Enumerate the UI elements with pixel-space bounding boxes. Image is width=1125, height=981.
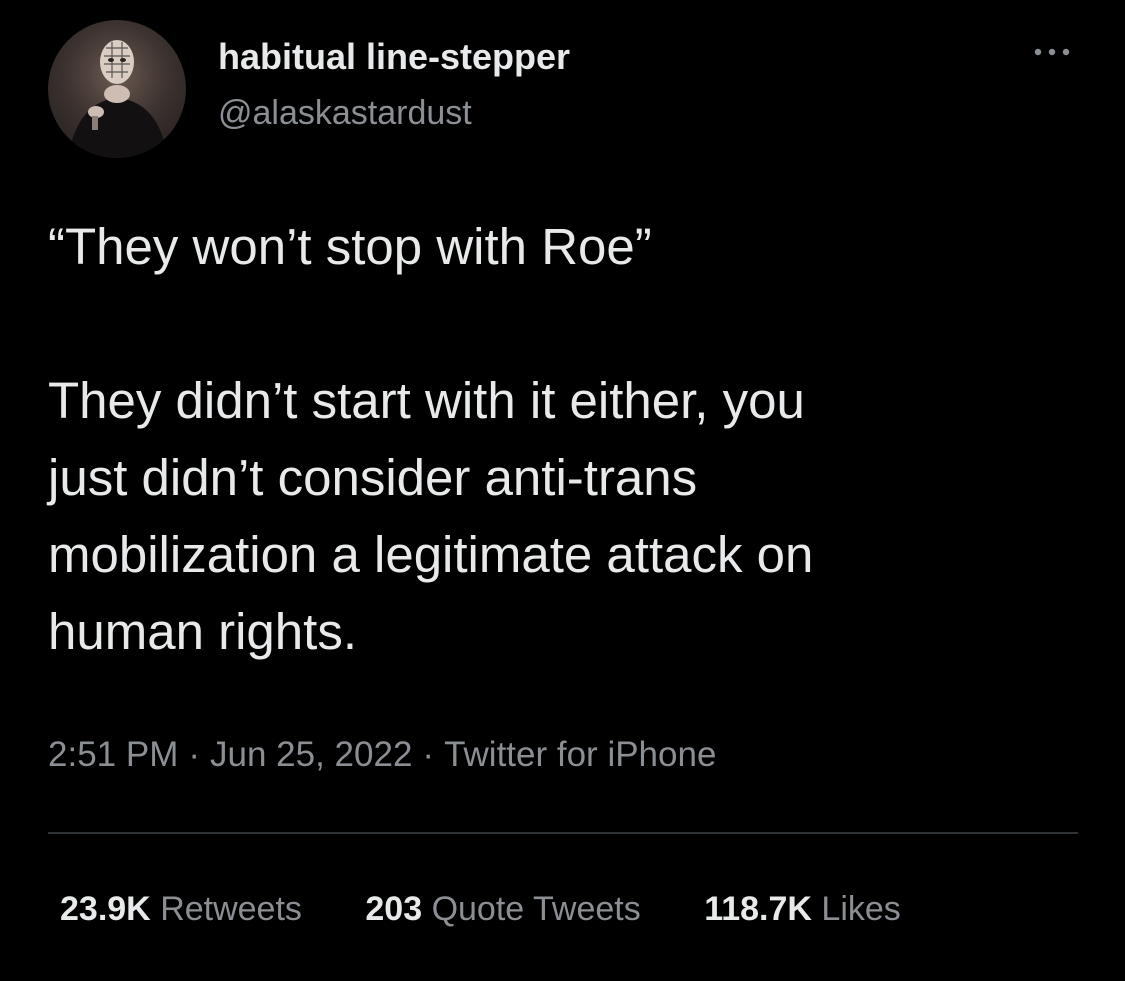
quote-tweets-count: 203 [365,890,423,928]
tweet-metadata: 2:51 PM · Jun 25, 2022 · Twitter for iPhone [48,735,716,775]
engagement-stats: 23.9K Retweets 203 Quote Tweets 118.7K L… [60,890,955,929]
retweets-stat[interactable]: 23.9K Retweets [60,890,302,929]
likes-stat[interactable]: 118.7K Likes [704,890,901,929]
quote-tweets-stat[interactable]: 203 Quote Tweets [365,890,640,929]
meta-separator: · [188,735,201,774]
retweets-count: 23.9K [60,890,151,928]
tweet-date[interactable]: Jun 25, 2022 [210,735,412,774]
retweets-label: Retweets [160,890,302,928]
avatar-photo [68,40,168,158]
quote-tweets-label: Quote Tweets [431,890,641,928]
divider [48,832,1078,834]
likes-count: 118.7K [704,890,812,928]
user-handle[interactable]: @alaskastardust [218,94,472,133]
likes-label: Likes [821,890,901,928]
tweet-source[interactable]: Twitter for iPhone [444,735,716,774]
tweet-time[interactable]: 2:51 PM [48,735,178,774]
avatar[interactable] [48,20,186,158]
more-options-icon[interactable] [1028,40,1076,64]
meta-separator: · [422,735,435,774]
tweet-detail: habitual line-stepper @alaskastardust “T… [0,0,1125,981]
tweet-text: “They won’t stop with Roe” They didn’t s… [48,218,814,660]
display-name[interactable]: habitual line-stepper [218,36,570,78]
